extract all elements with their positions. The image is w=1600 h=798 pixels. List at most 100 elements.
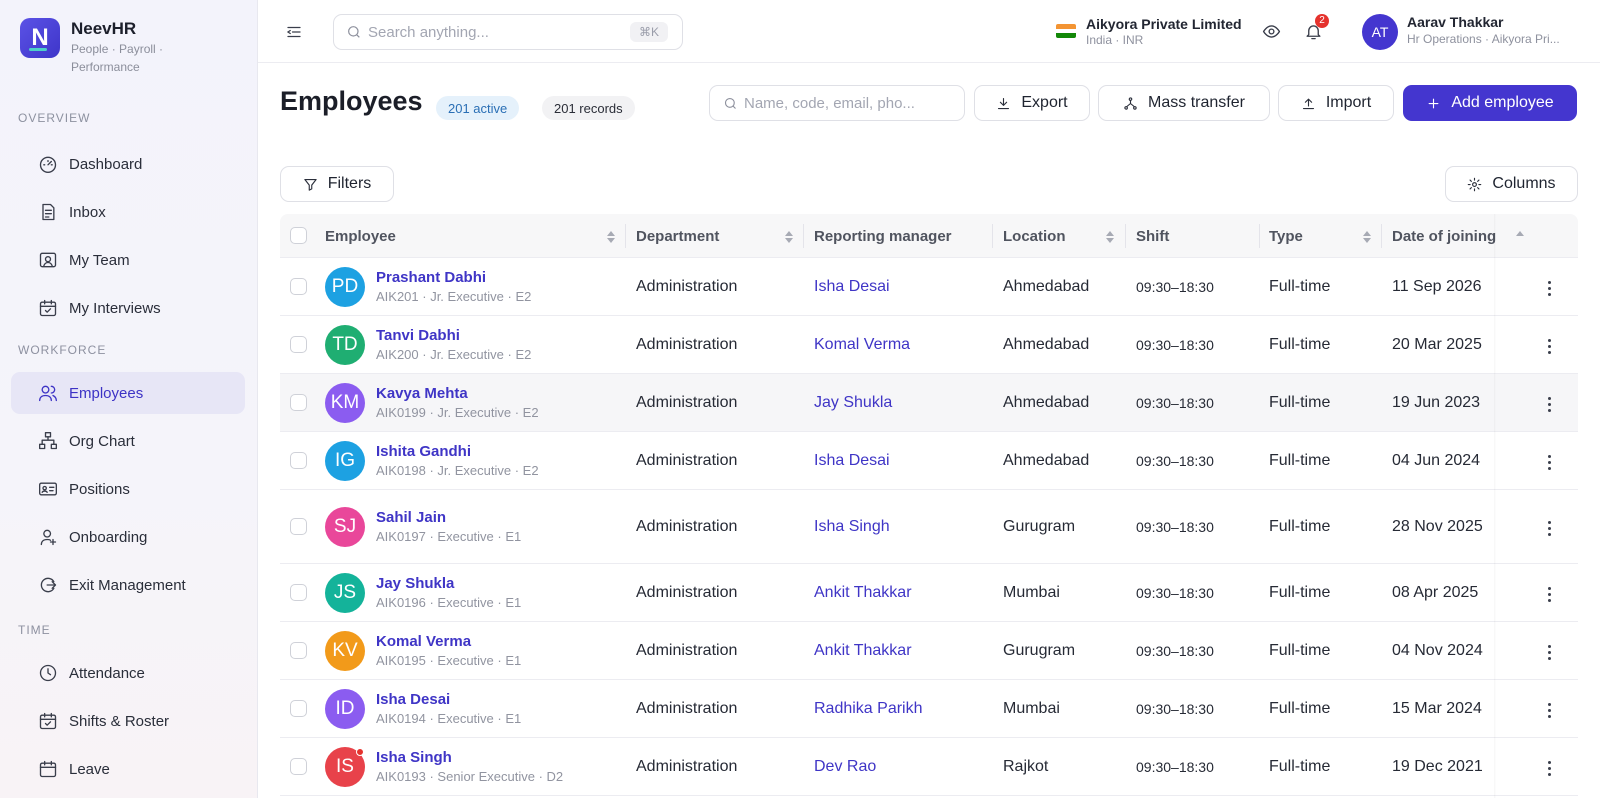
row-checkbox[interactable] (290, 452, 307, 469)
row-checkbox[interactable] (290, 518, 307, 535)
row-checkbox[interactable] (290, 394, 307, 411)
sidebar-item-attendance[interactable]: Attendance (11, 652, 245, 694)
mass-transfer-button[interactable]: Mass transfer (1098, 85, 1270, 121)
add-employee-button[interactable]: Add employee (1403, 85, 1577, 121)
team-icon (37, 249, 59, 271)
org-chart-icon (37, 430, 59, 452)
sidebar-item-inbox[interactable]: Inbox (11, 191, 245, 233)
table-row[interactable]: IS Isha Singh AIK0193 · Senior Executive ·… (280, 738, 1578, 796)
sidebar-item-my-team[interactable]: My Team (11, 239, 245, 281)
table-row[interactable]: SJ Sahil Jain AIK0197 · Executive · E1 Admi… (280, 490, 1578, 564)
column-header-date-of-joining[interactable]: Date of joining (1392, 214, 1496, 258)
global-search-input[interactable] (368, 23, 618, 41)
row-checkbox[interactable] (290, 336, 307, 353)
column-header-reporting-manager[interactable]: Reporting manager (814, 214, 952, 258)
column-header-type[interactable]: Type (1269, 214, 1303, 258)
sidebar-item-onboarding[interactable]: Onboarding (11, 516, 245, 558)
table-row[interactable]: TD Tanvi Dabhi AIK200 · Jr. Executive · E2… (280, 316, 1578, 374)
manager-link[interactable]: Jay Shukla (814, 394, 892, 412)
type-cell: Full-time (1269, 518, 1331, 535)
sidebar-item-dashboard[interactable]: Dashboard (11, 143, 245, 185)
row-actions-icon[interactable] (1548, 339, 1552, 357)
sort-icon[interactable] (1516, 230, 1524, 242)
date-of-joining-cell: 04 Nov 2024 (1392, 642, 1483, 659)
table-row[interactable]: JS Jay Shukla AIK0196 · Executive · E1 Admi… (280, 564, 1578, 622)
sidebar-item-org-chart[interactable]: Org Chart (11, 420, 245, 462)
export-button[interactable]: Export (974, 85, 1090, 121)
row-actions-icon[interactable] (1548, 587, 1552, 605)
columns-button[interactable]: Columns (1445, 166, 1578, 202)
sidebar-item-exit-management[interactable]: Exit Management (11, 564, 245, 606)
employee-name-link[interactable]: Komal Verma (376, 633, 471, 650)
employee-name-link[interactable]: Prashant Dabhi (376, 269, 486, 286)
sort-icon[interactable] (1363, 230, 1371, 243)
sort-icon[interactable] (785, 230, 793, 243)
shift-cell: 09:30–18:30 (1136, 337, 1214, 353)
select-all-checkbox[interactable] (290, 227, 307, 244)
avatar: KV (325, 631, 365, 671)
column-header-employee[interactable]: Employee (325, 214, 396, 258)
column-header-location[interactable]: Location (1003, 214, 1066, 258)
row-actions-icon[interactable] (1548, 455, 1552, 473)
employee-search[interactable] (709, 85, 965, 121)
import-button[interactable]: Import (1278, 85, 1394, 121)
employee-name-link[interactable]: Jay Shukla (376, 575, 454, 592)
employee-name-link[interactable]: Isha Desai (376, 691, 450, 708)
calendar-check-icon (37, 710, 59, 732)
employee-name-link[interactable]: Kavya Mehta (376, 385, 468, 402)
row-checkbox[interactable] (290, 700, 307, 717)
sort-icon[interactable] (1106, 230, 1114, 243)
bell-icon[interactable]: 2 (1300, 14, 1329, 44)
row-actions-icon[interactable] (1548, 645, 1552, 663)
employee-name-link[interactable]: Ishita Gandhi (376, 443, 471, 460)
user-menu[interactable]: Aarav Thakkar Hr Operations · Aikyora Pr… (1407, 13, 1577, 47)
filters-button[interactable]: Filters (280, 166, 394, 202)
employee-meta: AIK201 · Jr. Executive · E2 (376, 289, 532, 304)
sidebar-item-positions[interactable]: Positions (11, 468, 245, 510)
brand[interactable]: N NeevHR People · Payroll · Performance (20, 18, 191, 76)
table-row[interactable]: ID Isha Desai AIK0194 · Executive · E1 Admi… (280, 680, 1578, 738)
manager-link[interactable]: Isha Singh (814, 518, 890, 536)
row-checkbox[interactable] (290, 758, 307, 775)
avatar[interactable]: AT (1362, 14, 1398, 50)
column-header-department[interactable]: Department (636, 214, 719, 258)
manager-link[interactable]: Isha Desai (814, 278, 890, 296)
sort-icon[interactable] (607, 230, 615, 243)
eye-icon[interactable] (1258, 18, 1284, 44)
row-actions-icon[interactable] (1548, 521, 1552, 539)
employee-search-input[interactable] (744, 94, 964, 112)
row-actions-icon[interactable] (1548, 281, 1552, 299)
row-checkbox[interactable] (290, 278, 307, 295)
sidebar-item-employees[interactable]: Employees (11, 372, 245, 414)
employee-name-link[interactable]: Isha Singh (376, 749, 452, 766)
table-row[interactable]: PD Prashant Dabhi AIK201 · Jr. Executive ·… (280, 258, 1578, 316)
employee-name-link[interactable]: Sahil Jain (376, 509, 446, 526)
employee-name-link[interactable]: Tanvi Dabhi (376, 327, 460, 344)
column-header-shift[interactable]: Shift (1136, 214, 1169, 258)
row-actions-icon[interactable] (1548, 397, 1552, 415)
manager-link[interactable]: Radhika Parikh (814, 700, 923, 718)
date-of-joining-cell: 19 Dec 2021 (1392, 758, 1483, 775)
employee-meta: AIK0193 · Senior Executive · D2 (376, 769, 564, 784)
table-row[interactable]: IG Ishita Gandhi AIK0198 · Jr. Executive ·… (280, 432, 1578, 490)
manager-link[interactable]: Komal Verma (814, 336, 910, 354)
company-switcher[interactable]: Aikyora Private Limited India · INR (1056, 15, 1242, 48)
user-name: Aarav Thakkar (1407, 14, 1504, 30)
sidebar-item-leave[interactable]: Leave (11, 748, 245, 790)
row-checkbox[interactable] (290, 642, 307, 659)
manager-link[interactable]: Ankit Thakkar (814, 584, 912, 602)
manager-link[interactable]: Dev Rao (814, 758, 876, 776)
manager-link[interactable]: Ankit Thakkar (814, 642, 912, 660)
row-actions-icon[interactable] (1548, 761, 1552, 779)
sidebar-toggle-icon[interactable] (282, 20, 306, 44)
department-cell: Administration (636, 518, 738, 535)
sidebar-item-shifts-roster[interactable]: Shifts & Roster (11, 700, 245, 742)
row-checkbox[interactable] (290, 584, 307, 601)
table-row[interactable]: KM Kavya Mehta AIK0199 · Jr. Executive · E… (280, 374, 1578, 432)
download-icon (998, 97, 1010, 109)
sidebar-item-my-interviews[interactable]: My Interviews (11, 287, 245, 329)
row-actions-icon[interactable] (1548, 703, 1552, 721)
table-row[interactable]: KV Komal Verma AIK0195 · Executive · E1 Adm… (280, 622, 1578, 680)
manager-link[interactable]: Isha Desai (814, 452, 890, 470)
global-search[interactable]: ⌘K (333, 14, 683, 50)
